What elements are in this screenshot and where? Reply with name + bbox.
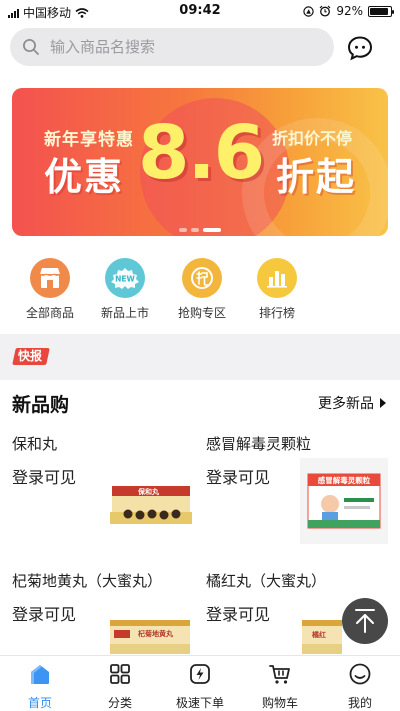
- tab-label: 我的: [347, 696, 372, 710]
- package-label: 橘红: [311, 630, 326, 639]
- back-to-top-button[interactable]: [342, 598, 388, 644]
- tab-label: 分类: [107, 696, 132, 710]
- news-badge: 快报: [12, 348, 50, 365]
- banner-discount-number: 8.6: [138, 110, 265, 196]
- tab-label: 购物车: [261, 696, 298, 710]
- package-label: 感冒解毒灵颗粒: [318, 475, 371, 485]
- grid-icon: [110, 664, 130, 684]
- home-icon: [31, 665, 49, 684]
- cart-icon: [269, 665, 290, 684]
- tab-home[interactable]: 首页: [5, 662, 75, 711]
- product-name: 感冒解毒灵颗粒: [206, 435, 312, 453]
- status-right: 92%: [303, 4, 394, 18]
- package-label: 保和丸: [137, 487, 160, 496]
- category-label: 全部商品: [25, 306, 74, 320]
- section-title-new-products: 新品购: [12, 394, 70, 416]
- banner-left-big: 优惠: [44, 155, 125, 199]
- flash-sale-icon: [182, 258, 222, 298]
- tab-cart[interactable]: 购物车: [245, 662, 315, 711]
- promo-banner[interactable]: 新年享特惠 优惠 8.6 折扣价不停 折起: [12, 88, 388, 236]
- tab-label: 首页: [27, 696, 52, 710]
- battery-percent: 92%: [336, 4, 363, 18]
- smiley-icon: [349, 663, 371, 685]
- product-image[interactable]: 保和丸: [110, 482, 192, 526]
- category-label: 抢购专区: [177, 306, 226, 320]
- product-name: 橘红丸（大蜜丸）: [206, 572, 327, 590]
- search-icon: [23, 39, 39, 55]
- product-image[interactable]: 杞菊地黄丸: [108, 618, 192, 654]
- ranking-icon: [257, 258, 297, 298]
- banner-dot[interactable]: [179, 228, 187, 232]
- banner-right-big: 折起: [276, 155, 357, 199]
- location-icon: [303, 5, 315, 17]
- tab-categories[interactable]: 分类: [85, 662, 155, 711]
- battery-icon: [368, 5, 394, 17]
- news-badge-label: 快报: [18, 349, 43, 363]
- search-input[interactable]: [50, 38, 310, 56]
- product-card[interactable]: 保和丸 登录可见: [12, 433, 202, 488]
- new-icon: NEW: [105, 258, 145, 298]
- svg-text:NEW: NEW: [115, 275, 135, 284]
- bottom-tab-bar: 首页 分类 极速下单 购物车 我的: [0, 655, 400, 711]
- product-name: 杞菊地黄丸（大蜜丸）: [12, 572, 163, 590]
- search-bar[interactable]: [10, 28, 334, 66]
- category-ranking[interactable]: 排行榜: [242, 258, 312, 321]
- category-new-arrivals[interactable]: NEW 新品上市: [90, 258, 160, 321]
- banner-pagination: [12, 228, 388, 232]
- category-label: 新品上市: [100, 306, 149, 320]
- news-ticker[interactable]: 快报: [0, 334, 400, 380]
- alarm-icon: [319, 5, 331, 17]
- tab-profile[interactable]: 我的: [325, 662, 395, 711]
- package-label: 杞菊地黄丸: [138, 629, 174, 638]
- product-card[interactable]: 杞菊地黄丸（大蜜丸） 登录可见: [12, 570, 202, 625]
- status-bar: 中国移动 09:42 92%: [0, 0, 400, 22]
- product-image[interactable]: 感冒解毒灵颗粒: [300, 458, 388, 544]
- lightning-icon: [190, 664, 210, 684]
- more-label: 更多新品: [318, 396, 374, 412]
- category-shortcuts: 全部商品 NEW 新品上市 抢购专区 排行榜: [0, 258, 400, 328]
- arrow-up-icon: [355, 609, 375, 633]
- store-icon: [30, 258, 70, 298]
- message-icon[interactable]: [347, 35, 373, 61]
- category-all-products[interactable]: 全部商品: [15, 258, 85, 321]
- product-name: 保和丸: [12, 435, 58, 453]
- battery-level: [370, 7, 389, 15]
- tab-label: 极速下单: [175, 696, 224, 710]
- banner-dot[interactable]: [203, 228, 221, 232]
- product-image[interactable]: 橘红: [302, 618, 342, 654]
- tab-quick-order[interactable]: 极速下单: [165, 662, 235, 711]
- category-flash-sale[interactable]: 抢购专区: [167, 258, 237, 321]
- more-new-products-link[interactable]: 更多新品: [318, 393, 386, 413]
- caret-right-icon: [380, 398, 386, 408]
- banner-dot[interactable]: [191, 228, 199, 232]
- category-label: 排行榜: [258, 306, 295, 320]
